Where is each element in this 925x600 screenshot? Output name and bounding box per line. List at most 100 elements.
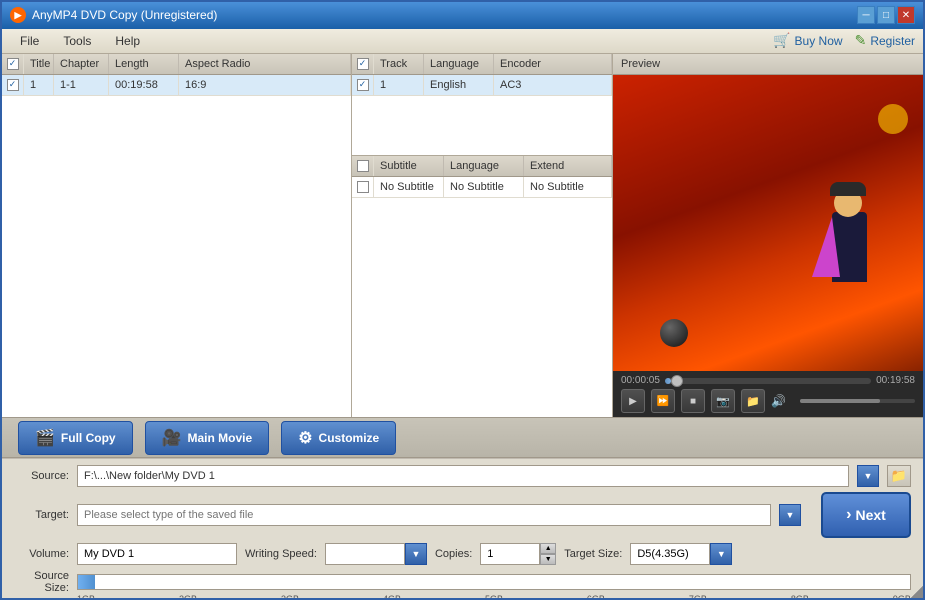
source-size-row: Source Size: 1GB 2GB 3GB 4GB 5GB 6GB 7GB… (14, 570, 911, 594)
target-size-label: Target Size: (564, 548, 622, 560)
copies-up-button[interactable]: ▲ (540, 543, 556, 554)
copies-label: Copies: (435, 548, 472, 560)
preview-panel: Preview (613, 54, 923, 417)
subtitle-language: No Subtitle (444, 177, 524, 197)
register-icon: ✎ (855, 32, 867, 49)
writing-speed-select: ▼ (325, 543, 427, 565)
fast-forward-button[interactable]: ⏩ (651, 389, 675, 413)
row-chapter: 1-1 (54, 75, 109, 95)
time-bar: 00:00:05 00:19:58 (621, 375, 915, 386)
options-row: Volume: Writing Speed: ▼ Copies: ▲ ▼ Tar… (14, 543, 911, 565)
size-markers: 1GB 2GB 3GB 4GB 5GB 6GB 7GB 8GB 9GB (77, 594, 911, 600)
window-controls: ─ □ ✕ (857, 6, 915, 24)
th-extend: Extend (524, 156, 612, 176)
th-length: Length (109, 54, 179, 74)
row-title: 1 (24, 75, 54, 95)
copies-spinner: ▲ ▼ (540, 543, 556, 565)
cart-icon: 🛒 (773, 32, 790, 49)
th-aspect: Aspect Radio (179, 54, 351, 74)
video-content (613, 75, 923, 371)
screenshot-button[interactable]: 📷 (711, 389, 735, 413)
subtitle-table-header: Subtitle Language Extend (352, 156, 612, 177)
main-toolbar: 🎬 Full Copy 🎥 Main Movie ⚙ Customize (2, 417, 923, 458)
output-folder-button[interactable]: 📁 (741, 389, 765, 413)
playback-controls: ▶ ⏩ ■ 📷 📁 🔊 (621, 389, 915, 413)
source-folder-button[interactable]: 📁 (887, 465, 911, 487)
target-size-field: ▼ (630, 543, 732, 565)
audio-encoder: AC3 (494, 75, 612, 95)
table-row[interactable]: 1 1-1 00:19:58 16:9 (2, 75, 351, 96)
copies-input[interactable] (480, 543, 540, 565)
marker-5gb: 5GB (485, 594, 503, 600)
volume-fill (800, 399, 881, 403)
main-movie-button[interactable]: 🎥 Main Movie (145, 421, 270, 455)
left-panel: Title Chapter Length Aspect Radio 1 (2, 54, 613, 417)
audio-track: 1 (374, 75, 424, 95)
writing-speed-input[interactable] (325, 543, 405, 565)
audio-table: Track Language Encoder 1 E (352, 54, 612, 156)
app-window: ▶ AnyMP4 DVD Copy (Unregistered) ─ □ ✕ F… (0, 0, 925, 600)
app-icon: ▶ (10, 7, 26, 23)
progress-bar[interactable] (665, 378, 871, 384)
subtitle-table-body: No Subtitle No Subtitle No Subtitle (352, 177, 612, 417)
menu-tools[interactable]: Tools (53, 31, 101, 51)
subtitle-extend: No Subtitle (524, 177, 612, 197)
time-end: 00:19:58 (876, 375, 915, 386)
menu-help[interactable]: Help (105, 31, 150, 51)
target-row: Target: ▼ › Next (14, 492, 911, 538)
window-title: AnyMP4 DVD Copy (Unregistered) (32, 8, 217, 22)
source-label: Source: (14, 470, 69, 482)
marker-3gb: 3GB (281, 594, 299, 600)
target-label: Target: (14, 509, 69, 521)
menu-file[interactable]: File (10, 31, 49, 51)
audio-row[interactable]: 1 English AC3 (352, 75, 612, 96)
subtitle-table: Subtitle Language Extend No Subtitle (352, 156, 612, 417)
video-table-body: 1 1-1 00:19:58 16:9 (2, 75, 351, 417)
copies-down-button[interactable]: ▼ (540, 554, 556, 565)
marker-2gb: 2GB (179, 594, 197, 600)
marker-4gb: 4GB (383, 594, 401, 600)
audio-language: English (424, 75, 494, 95)
row-checkbox[interactable] (7, 79, 19, 91)
audio-table-header: Track Language Encoder (352, 54, 612, 75)
audio-table-body: 1 English AC3 (352, 75, 612, 155)
stop-button[interactable]: ■ (681, 389, 705, 413)
audio-check-all[interactable] (357, 58, 369, 70)
th-title: Title (24, 54, 54, 74)
buy-now-link[interactable]: 🛒 Buy Now (773, 32, 842, 49)
video-check-all[interactable] (7, 58, 19, 70)
minimize-button[interactable]: ─ (857, 6, 875, 24)
next-button[interactable]: › Next (821, 492, 911, 538)
preview-controls: 00:00:05 00:19:58 ▶ ⏩ ■ 📷 📁 🔊 (613, 371, 923, 417)
full-copy-button[interactable]: 🎬 Full Copy (18, 421, 133, 455)
subtitle-check-all[interactable] (357, 160, 369, 172)
target-size-dropdown[interactable]: ▼ (710, 543, 732, 565)
subtitle-row-checkbox[interactable] (357, 181, 369, 193)
customize-button[interactable]: ⚙ Customize (281, 421, 396, 455)
audio-subtitle-area: Track Language Encoder 1 E (352, 54, 612, 417)
th-subtitle: Subtitle (374, 156, 444, 176)
maximize-button[interactable]: □ (877, 6, 895, 24)
source-input[interactable] (77, 465, 849, 487)
source-size-bar-container: 1GB 2GB 3GB 4GB 5GB 6GB 7GB 8GB 9GB (77, 574, 911, 590)
target-size-input[interactable] (630, 543, 710, 565)
subtitle-row[interactable]: No Subtitle No Subtitle No Subtitle (352, 177, 612, 198)
marker-9gb: 9GB (893, 594, 911, 600)
resize-grip[interactable] (911, 586, 923, 598)
subtitle-header-check (352, 156, 374, 176)
volume-input[interactable] (77, 543, 237, 565)
register-link[interactable]: ✎ Register (855, 32, 915, 49)
volume-bar[interactable] (800, 399, 915, 403)
next-chevron-icon: › (846, 506, 851, 524)
play-button[interactable]: ▶ (621, 389, 645, 413)
source-dropdown-button[interactable]: ▼ (857, 465, 879, 487)
row-aspect: 16:9 (179, 75, 351, 95)
copies-field: ▲ ▼ (480, 543, 556, 565)
target-input[interactable] (77, 504, 771, 526)
target-dropdown-button[interactable]: ▼ (779, 504, 801, 526)
writing-speed-dropdown[interactable]: ▼ (405, 543, 427, 565)
audio-row-checkbox[interactable] (357, 79, 369, 91)
close-button[interactable]: ✕ (897, 6, 915, 24)
marker-6gb: 6GB (587, 594, 605, 600)
marker-1gb: 1GB (77, 594, 95, 600)
